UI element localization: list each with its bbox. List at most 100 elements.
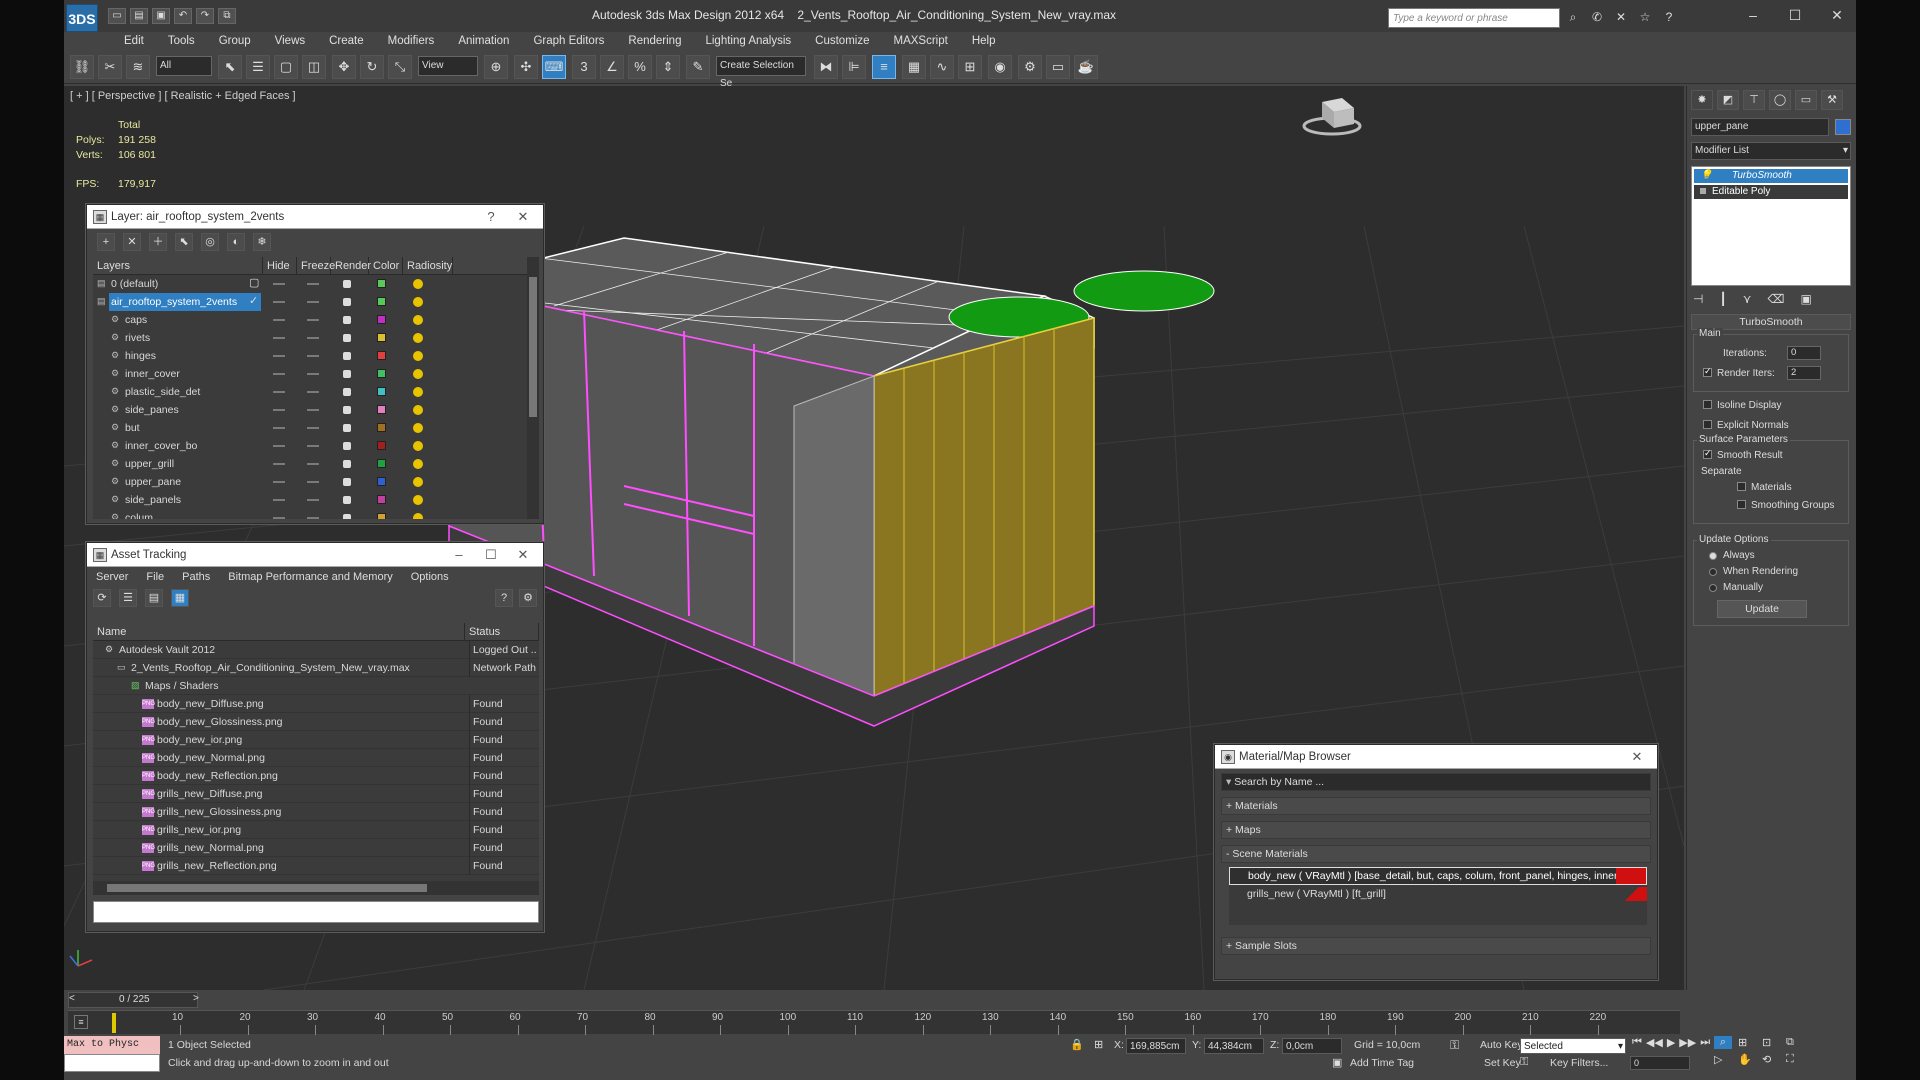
asset-column-header[interactable]: Name	[93, 623, 465, 640]
menu-item[interactable]: Graph Editors	[521, 32, 616, 50]
grid-view-icon[interactable]: ▦	[171, 589, 189, 607]
menu-item[interactable]: Tools	[156, 32, 207, 50]
layer-color-swatch[interactable]	[377, 423, 386, 432]
close-icon[interactable]: ✕	[1625, 745, 1649, 769]
pivot-icon[interactable]: ⊕	[484, 55, 508, 79]
select-object-icon[interactable]: ⬉	[218, 55, 242, 79]
render-teapot-icon[interactable]	[343, 478, 351, 486]
asset-window-header[interactable]: ▦ Asset Tracking – ☐ ✕	[87, 543, 543, 567]
layer-window-header[interactable]: ▦ Layer: air_rooftop_system_2vents ? ✕	[87, 205, 543, 229]
menu-item[interactable]: Modifiers	[376, 32, 447, 50]
materials-checkbox[interactable]	[1737, 482, 1746, 491]
selected-dropdown[interactable]: Selected ▾	[1520, 1038, 1626, 1054]
render-teapot-icon[interactable]	[343, 298, 351, 306]
smooth-result-checkbox[interactable]	[1703, 448, 1712, 459]
scale-icon[interactable]: ⤡	[388, 55, 412, 79]
mini-curve-editor-icon[interactable]: ≡	[74, 1015, 88, 1029]
layer-row[interactable]: ⚙ upper_grill	[93, 455, 539, 473]
layer-row[interactable]: ⚙ side_panes	[93, 401, 539, 419]
render-teapot-icon[interactable]	[343, 352, 351, 360]
rotate-icon[interactable]: ↻	[360, 55, 384, 79]
asset-row[interactable]: PNG body_new_Normal.png Found	[93, 748, 539, 767]
radiosity-bulb-icon[interactable]	[413, 513, 423, 519]
freeze-toggle[interactable]	[307, 445, 319, 447]
highlight-layer-icon[interactable]: ◎	[201, 233, 219, 251]
layer-manager-icon[interactable]: ≡	[872, 55, 896, 79]
freeze-toggle[interactable]	[307, 427, 319, 429]
make-unique-icon[interactable]: ⋎	[1743, 292, 1752, 306]
key-icon[interactable]: ⚿	[1450, 1038, 1459, 1053]
orbit-icon[interactable]: ⟲	[1762, 1053, 1780, 1066]
render-teapot-icon[interactable]	[343, 280, 351, 288]
window-crossing-icon[interactable]: ◫	[302, 55, 326, 79]
radiosity-bulb-icon[interactable]	[413, 477, 423, 487]
asset-row[interactable]: PNG grills_new_ior.png Found	[93, 820, 539, 839]
help-icon[interactable]: ?	[479, 205, 503, 229]
layer-column-header[interactable]: Radiosity	[403, 257, 453, 274]
modifier-stack-item[interactable]: 💡 TurboSmooth	[1694, 169, 1848, 183]
freeze-toggle[interactable]	[307, 337, 319, 339]
modify-tab-icon[interactable]: ◩	[1717, 90, 1739, 110]
render-teapot-icon[interactable]	[343, 424, 351, 432]
freeze-toggle[interactable]	[307, 481, 319, 483]
hide-toggle[interactable]	[273, 337, 285, 339]
layer-row[interactable]: ⚙ caps	[93, 311, 539, 329]
radiosity-bulb-icon[interactable]	[413, 495, 423, 505]
curve-editor-icon[interactable]: ∿	[930, 55, 954, 79]
y-coord-field[interactable]: 44,384cm	[1204, 1038, 1264, 1054]
iterations-spinner[interactable]: 0	[1787, 346, 1821, 360]
asset-menu-item[interactable]: Server	[87, 567, 137, 587]
menu-item[interactable]: Group	[207, 32, 263, 50]
zoom-all-icon[interactable]: ⊞	[1738, 1036, 1756, 1049]
z-coord-field[interactable]: 0,0cm	[1282, 1038, 1342, 1054]
layer-scroll-thumb[interactable]	[529, 277, 537, 417]
hide-toggle[interactable]	[273, 409, 285, 411]
render-teapot-icon[interactable]	[343, 370, 351, 378]
layer-row[interactable]: ⚙ inner_cover	[93, 365, 539, 383]
minimize-icon[interactable]: –	[447, 543, 471, 567]
utilities-tab-icon[interactable]: ⚒	[1821, 90, 1843, 110]
time-slider-next[interactable]: >	[193, 993, 199, 1004]
hide-toggle[interactable]	[273, 517, 285, 519]
asset-path-field[interactable]	[93, 901, 539, 923]
scene-materials-section[interactable]: - Scene Materials	[1221, 845, 1651, 863]
set-key-icon[interactable]: ⚿	[1520, 1056, 1528, 1069]
hide-toggle[interactable]	[273, 319, 285, 321]
render-teapot-icon[interactable]: ☕	[1074, 55, 1098, 79]
current-layer-box-icon[interactable]: ▢	[249, 276, 259, 289]
layer-column-header[interactable]: Color	[369, 257, 403, 274]
layer-row[interactable]: ▤ air_rooftop_system_2vents ✓	[93, 293, 539, 311]
layer-column-header[interactable]: Layers	[93, 257, 263, 274]
hide-toggle[interactable]	[273, 391, 285, 393]
undo-icon[interactable]: ↶	[174, 8, 192, 24]
field-of-view-icon[interactable]: ▷	[1714, 1053, 1732, 1066]
asset-row[interactable]: PNG body_new_ior.png Found	[93, 730, 539, 749]
radiosity-bulb-icon[interactable]	[413, 369, 423, 379]
thumbnail-view-icon[interactable]: ▤	[145, 589, 163, 607]
motion-tab-icon[interactable]: ◯	[1769, 90, 1791, 110]
display-tab-icon[interactable]: ▭	[1795, 90, 1817, 110]
viewport-label[interactable]: [ + ] [ Perspective ] [ Realistic + Edge…	[70, 90, 296, 102]
pan-icon[interactable]: ✋	[1738, 1053, 1756, 1066]
sample-slots-section[interactable]: + Sample Slots	[1221, 937, 1651, 955]
move-icon[interactable]: ✥	[332, 55, 356, 79]
render-teapot-icon[interactable]	[343, 496, 351, 504]
maps-section[interactable]: + Maps	[1221, 821, 1651, 839]
asset-row[interactable]: PNG grills_new_Reflection.png Found	[93, 856, 539, 875]
layer-scrollbar[interactable]	[527, 257, 539, 519]
modifier-list-dropdown[interactable]: Modifier List ▾	[1691, 142, 1851, 160]
create-tab-icon[interactable]: ✸	[1691, 90, 1713, 110]
maxscript-input[interactable]	[64, 1054, 160, 1072]
prev-frame-icon[interactable]: ◀◀	[1646, 1036, 1663, 1049]
pin-stack-icon[interactable]: ⊣	[1693, 292, 1703, 306]
material-browser-header[interactable]: ◉ Material/Map Browser ✕	[1215, 745, 1657, 769]
radiosity-bulb-icon[interactable]	[413, 333, 423, 343]
zoom-icon[interactable]: ⌕	[1714, 1036, 1732, 1049]
open-file-icon[interactable]: ▤	[130, 8, 148, 24]
render-teapot-icon[interactable]	[343, 316, 351, 324]
binoculars-icon[interactable]: ⌕	[1564, 8, 1582, 26]
radiosity-bulb-icon[interactable]	[413, 279, 423, 289]
keyboard-shortcut-icon[interactable]: ⌨	[542, 55, 566, 79]
asset-row[interactable]: ⚙ Autodesk Vault 2012 Logged Out ...	[93, 640, 539, 659]
layer-color-swatch[interactable]	[377, 477, 386, 486]
